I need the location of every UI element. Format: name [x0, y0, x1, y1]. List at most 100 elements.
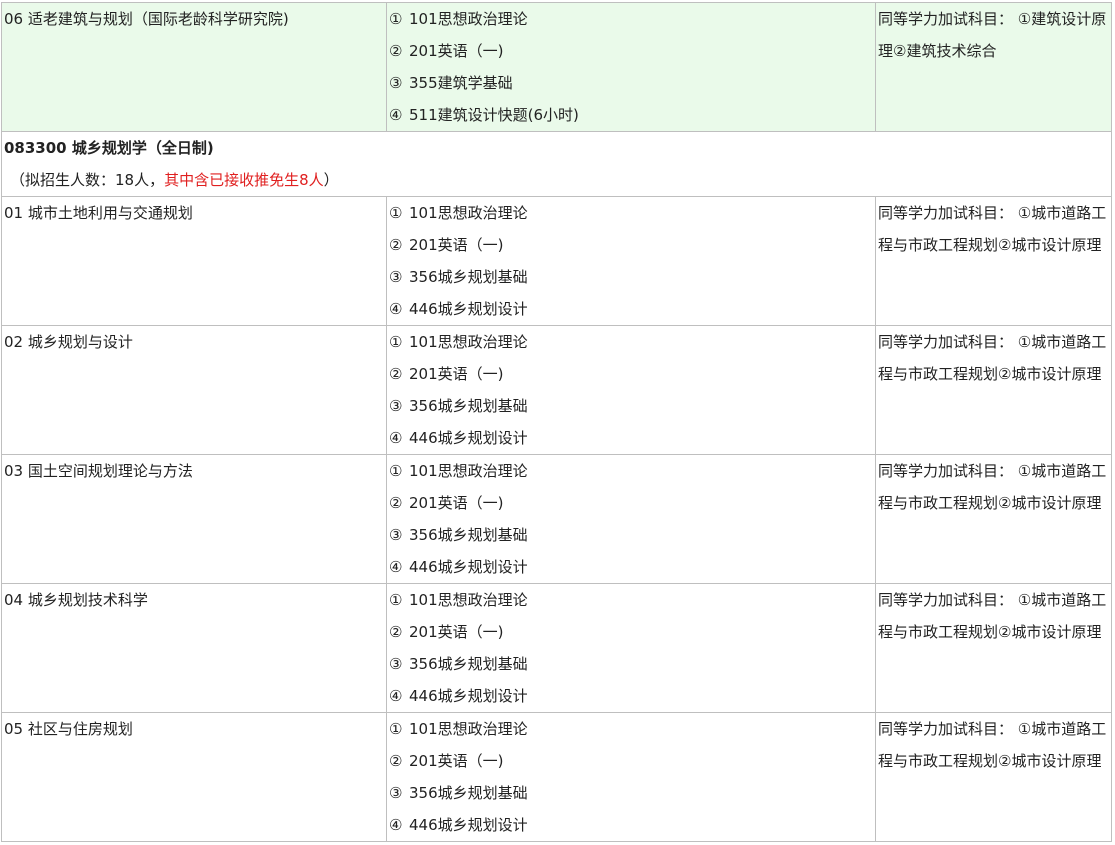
subject-item: ④ 446城乡规划设计 [389, 680, 875, 712]
extra-exam-text: 同等学力加试科目： ①城市道路工程与市政工程规划②城市设计原理 [878, 333, 1107, 383]
extra-exam-cell: 同等学力加试科目： ①城市道路工程与市政工程规划②城市设计原理 [875, 712, 1112, 842]
subject-text: 446城乡规划设计 [409, 429, 528, 447]
table-row-aging-architecture: 06 适老建筑与规划（国际老龄科学研究院) ① 101思想政治理论 ② 201英语（… [1, 2, 1112, 132]
direction-cell: 02 城乡规划与设计 [1, 325, 387, 455]
subject-text: 356城乡规划基础 [409, 526, 528, 544]
subject-text: 101思想政治理论 [409, 333, 528, 351]
subject-item: ② 201英语（一) [389, 358, 875, 390]
subject-item: ③ 356城乡规划基础 [389, 261, 875, 293]
subject-text: 201英语（一) [409, 494, 504, 512]
subject-text: 201英语（一) [409, 623, 504, 641]
enrollment-quota: （拟招生人数：18人，其中含已接收推免生8人） [4, 164, 1111, 196]
subject-number: ② [389, 752, 403, 770]
table-row: 01 城市土地利用与交通规划 ① 101思想政治理论 ② 201英语（一) ③ 356… [1, 196, 1112, 326]
subject-item: ② 201英语（一) [389, 229, 875, 261]
subject-item: ④ 446城乡规划设计 [389, 551, 875, 583]
extra-exam-text: 同等学力加试科目： ①城市道路工程与市政工程规划②城市设计原理 [878, 720, 1107, 770]
subject-text: 201英语（一) [409, 236, 504, 254]
subject-item: ① 101思想政治理论 [389, 198, 875, 230]
subject-number: ④ [389, 106, 403, 124]
subject-number: ③ [389, 268, 403, 286]
subject-item: ② 201英语（一) [389, 35, 875, 67]
subject-text: 201英语（一) [409, 752, 504, 770]
subject-item: ② 201英语（一) [389, 487, 875, 519]
subject-text: 356城乡规划基础 [409, 397, 528, 415]
subject-item: ④ 446城乡规划设计 [389, 809, 875, 841]
subjects-cell: ① 101思想政治理论 ② 201英语（一) ③ 356城乡规划基础 ④ 446城乡规划… [386, 325, 876, 455]
subject-text: 201英语（一) [409, 42, 504, 60]
subject-number: ④ [389, 687, 403, 705]
subjects-cell: ① 101思想政治理论 ② 201英语（一) ③ 356城乡规划基础 ④ 446城乡规划… [386, 196, 876, 326]
subject-text: 101思想政治理论 [409, 204, 528, 222]
extra-exam-cell: 同等学力加试科目： ①建筑设计原理②建筑技术综合 [875, 2, 1112, 132]
subject-text: 446城乡规划设计 [409, 558, 528, 576]
subject-item: ④ 511建筑设计快题(6小时) [389, 99, 875, 131]
major-title: 083300 城乡规划学（全日制) [4, 139, 214, 157]
subject-item: ② 201英语（一) [389, 745, 875, 777]
subject-number: ③ [389, 74, 403, 92]
extra-exam-cell: 同等学力加试科目： ①城市道路工程与市政工程规划②城市设计原理 [875, 325, 1112, 455]
subject-item: ③ 356城乡规划基础 [389, 648, 875, 680]
subjects-cell: ① 101思想政治理论 ② 201英语（一) ③ 356城乡规划基础 ④ 446城乡规划… [386, 454, 876, 584]
subject-number: ④ [389, 429, 403, 447]
direction-name: 06 适老建筑与规划（国际老龄科学研究院) [4, 10, 289, 28]
subject-item: ① 101思想政治理论 [389, 714, 875, 746]
extra-exam-text: 同等学力加试科目： ①建筑设计原理②建筑技术综合 [878, 10, 1107, 60]
subject-number: ② [389, 42, 403, 60]
subject-number: ③ [389, 526, 403, 544]
subject-number: ③ [389, 397, 403, 415]
extra-exam-text: 同等学力加试科目： ①城市道路工程与市政工程规划②城市设计原理 [878, 462, 1107, 512]
subject-number: ③ [389, 655, 403, 673]
extra-exam-cell: 同等学力加试科目： ①城市道路工程与市政工程规划②城市设计原理 [875, 196, 1112, 326]
subject-number: ③ [389, 784, 403, 802]
extra-exam-text: 同等学力加试科目： ①城市道路工程与市政工程规划②城市设计原理 [878, 591, 1107, 641]
direction-cell: 04 城乡规划技术科学 [1, 583, 387, 713]
direction-name: 04 城乡规划技术科学 [4, 591, 148, 609]
page: 06 适老建筑与规划（国际老龄科学研究院) ① 101思想政治理论 ② 201英语（… [0, 0, 1115, 845]
subject-number: ① [389, 10, 403, 28]
program-catalog-table: 06 适老建筑与规划（国际老龄科学研究院) ① 101思想政治理论 ② 201英语（… [1, 2, 1112, 842]
subject-item: ④ 446城乡规划设计 [389, 293, 875, 325]
subject-text: 101思想政治理论 [409, 462, 528, 480]
subject-item: ① 101思想政治理论 [389, 327, 875, 359]
table-row: 02 城乡规划与设计 ① 101思想政治理论 ② 201英语（一) ③ 356城乡规划… [1, 325, 1112, 455]
major-header-row: 083300 城乡规划学（全日制) （拟招生人数：18人，其中含已接收推免生8人… [1, 131, 1112, 197]
subject-text: 101思想政治理论 [409, 720, 528, 738]
subject-text: 446城乡规划设计 [409, 687, 528, 705]
quota-prefix: （拟招生人数：18人， [10, 171, 165, 189]
subject-text: 511建筑设计快题(6小时) [409, 106, 579, 124]
subject-text: 356城乡规划基础 [409, 784, 528, 802]
direction-name: 02 城乡规划与设计 [4, 333, 133, 351]
quota-recommended-note: 其中含已接收推免生8人 [164, 171, 324, 189]
extra-exam-cell: 同等学力加试科目： ①城市道路工程与市政工程规划②城市设计原理 [875, 583, 1112, 713]
subject-item: ① 101思想政治理论 [389, 456, 875, 488]
direction-name: 05 社区与住房规划 [4, 720, 133, 738]
subject-number: ① [389, 333, 403, 351]
subject-text: 446城乡规划设计 [409, 816, 528, 834]
subject-text: 201英语（一) [409, 365, 504, 383]
subject-number: ② [389, 365, 403, 383]
subject-item: ③ 356城乡规划基础 [389, 777, 875, 809]
quota-suffix: ） [323, 171, 339, 189]
extra-exam-cell: 同等学力加试科目： ①城市道路工程与市政工程规划②城市设计原理 [875, 454, 1112, 584]
table-row: 05 社区与住房规划 ① 101思想政治理论 ② 201英语（一) ③ 356城乡规划… [1, 712, 1112, 842]
direction-name: 03 国土空间规划理论与方法 [4, 462, 193, 480]
subject-number: ① [389, 204, 403, 222]
subject-text: 356城乡规划基础 [409, 655, 528, 673]
subject-number: ① [389, 462, 403, 480]
subject-number: ② [389, 623, 403, 641]
subjects-cell: ① 101思想政治理论 ② 201英语（一) ③ 355建筑学基础 ④ 511建筑设计快… [386, 2, 876, 132]
subject-text: 355建筑学基础 [409, 74, 513, 92]
subject-number: ② [389, 494, 403, 512]
subject-number: ② [389, 236, 403, 254]
table-row: 04 城乡规划技术科学 ① 101思想政治理论 ② 201英语（一) ③ 356城乡规… [1, 583, 1112, 713]
subject-item: ① 101思想政治理论 [389, 4, 875, 36]
subject-item: ③ 355建筑学基础 [389, 67, 875, 99]
direction-cell: 03 国土空间规划理论与方法 [1, 454, 387, 584]
subject-number: ④ [389, 816, 403, 834]
subject-text: 101思想政治理论 [409, 10, 528, 28]
subject-item: ④ 446城乡规划设计 [389, 422, 875, 454]
direction-name: 01 城市土地利用与交通规划 [4, 204, 193, 222]
direction-cell: 01 城市土地利用与交通规划 [1, 196, 387, 326]
subject-number: ① [389, 591, 403, 609]
